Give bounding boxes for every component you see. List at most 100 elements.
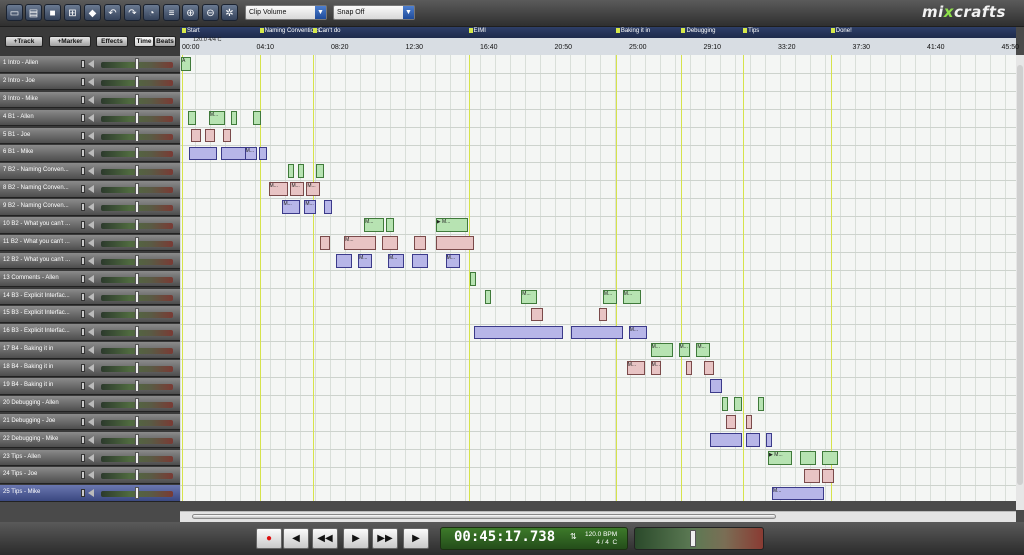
mute-toggle[interactable] [81,113,85,122]
redo-icon[interactable]: ↷ [124,4,141,21]
audio-clip[interactable] [734,397,743,411]
audio-clip[interactable]: M... [387,253,404,268]
time-toggle[interactable]: Time [134,36,154,47]
track-volume-knob[interactable] [135,93,139,106]
audio-clip[interactable] [316,164,325,179]
new-file-icon[interactable]: ▭ [6,4,23,21]
speaker-icon[interactable] [88,185,94,194]
marker-label[interactable]: Tips [743,28,759,34]
track-name[interactable]: 8 B2 - Naming Conven... [3,185,69,191]
speaker-icon[interactable] [88,435,94,444]
audio-clip[interactable] [298,164,305,179]
track-name[interactable]: 3 Intro - Mike [3,96,38,102]
audio-clip[interactable] [288,164,295,179]
audio-clip[interactable]: M... [268,182,289,197]
audio-clip[interactable] [821,468,834,483]
speaker-icon[interactable] [88,328,94,337]
audio-clip[interactable] [230,110,237,125]
track-header[interactable]: 2 Intro - Joe [0,73,180,91]
speaker-icon[interactable] [88,221,94,230]
mute-toggle[interactable] [81,274,85,283]
speaker-icon[interactable] [88,131,94,140]
track-name[interactable]: 10 B2 - What you can't ... [3,221,70,227]
track-volume-knob[interactable] [135,147,139,160]
track-name[interactable]: 15 B3 - Explicit Interfac... [3,310,70,316]
mute-toggle[interactable] [81,95,85,104]
track-header[interactable]: 1 Intro - Allen [0,56,180,73]
speaker-icon[interactable] [88,203,94,212]
mute-toggle[interactable] [81,256,85,265]
audio-clip[interactable] [722,397,729,411]
audio-clip[interactable]: M... [364,218,384,232]
track-header[interactable]: 20 Debugging - Allen [0,395,180,413]
track-volume-knob[interactable] [135,397,139,410]
mute-toggle[interactable] [81,292,85,301]
marker-label[interactable]: Start [182,28,200,34]
track-name[interactable]: 11 B2 - What you can't ... [3,239,70,245]
vertical-scroll-thumb[interactable] [1017,65,1023,485]
track-header[interactable]: 25 Tips - Mike [0,485,180,502]
audio-clip[interactable]: M... [521,289,538,304]
speaker-icon[interactable] [88,292,94,301]
audio-clip[interactable] [469,271,476,286]
track-header[interactable]: 23 Tips - Allen [0,449,180,467]
add-track-button[interactable]: +Track [5,36,43,47]
mute-toggle[interactable] [81,149,85,158]
audio-clip[interactable] [324,200,333,215]
mute-toggle[interactable] [81,131,85,140]
play-button[interactable]: ▶ [343,528,369,549]
track-volume-knob[interactable] [135,111,139,124]
audio-clip[interactable]: M... [445,253,460,268]
record-button[interactable]: ● [256,528,282,549]
speaker-icon[interactable] [88,346,94,355]
mute-toggle[interactable] [81,489,85,498]
zoom-in-icon[interactable]: ⊕ [182,4,199,21]
audio-clip[interactable] [258,146,267,161]
mute-toggle[interactable] [81,417,85,426]
zoom-out-icon[interactable]: ⊖ [202,4,219,21]
track-header[interactable]: 18 B4 - Baking it in [0,360,180,377]
track-name[interactable]: 20 Debugging - Allen [3,400,59,406]
track-header[interactable]: 24 Tips - Joe [0,467,180,484]
mute-toggle[interactable] [81,364,85,373]
mute-toggle[interactable] [81,471,85,480]
save-icon[interactable]: ■ [44,4,61,21]
go-to-start-button[interactable]: ◀ [283,528,309,549]
track-header[interactable]: 16 B3 - Explicit Interfac... [0,324,180,341]
audio-clip[interactable] [704,361,715,376]
audio-clip[interactable] [799,450,816,465]
speaker-icon[interactable] [88,382,94,391]
track-name[interactable]: 13 Comments - Allen [3,275,59,281]
track-volume-knob[interactable] [135,469,139,482]
mute-toggle[interactable] [81,60,85,68]
audio-clip[interactable]: M... [678,343,691,358]
speaker-icon[interactable] [88,238,94,247]
audio-clip[interactable] [726,415,737,429]
speaker-icon[interactable] [88,310,94,319]
track-name[interactable]: 23 Tips - Allen [3,454,41,460]
marker-label[interactable]: Baking it in [616,28,650,34]
speaker-icon[interactable] [88,60,94,68]
audio-clip[interactable] [598,307,607,322]
audio-clip[interactable] [220,146,247,161]
track-name[interactable]: 19 B4 - Baking it in [3,382,53,388]
track-volume-knob[interactable] [135,326,139,339]
track-header[interactable]: 7 B2 - Naming Conven... [0,163,180,180]
audio-clip[interactable]: M... [628,325,647,340]
track-name[interactable]: 2 Intro - Joe [3,78,35,84]
audio-clip[interactable] [746,415,753,429]
track-name[interactable]: 6 B1 - Mike [3,149,33,155]
marker-bar[interactable]: Start Naming Conventions Can't do EIMI Bakin… [180,27,1016,38]
audio-clip[interactable] [710,432,743,447]
track-header[interactable]: 10 B2 - What you can't ... [0,217,180,234]
speaker-icon[interactable] [88,364,94,373]
audio-clip[interactable] [222,128,231,143]
track-name[interactable]: 5 B1 - Joe [3,132,30,138]
horizontal-scrollbar[interactable] [180,511,1016,522]
track-volume-knob[interactable] [135,344,139,357]
audio-clip[interactable] [746,432,761,447]
speaker-icon[interactable] [88,149,94,158]
go-to-end-button[interactable]: ▶ [403,528,429,549]
clip-volume-dropdown[interactable]: Clip Volume ▼ [245,5,327,20]
track-header[interactable]: 13 Comments - Allen [0,270,180,288]
